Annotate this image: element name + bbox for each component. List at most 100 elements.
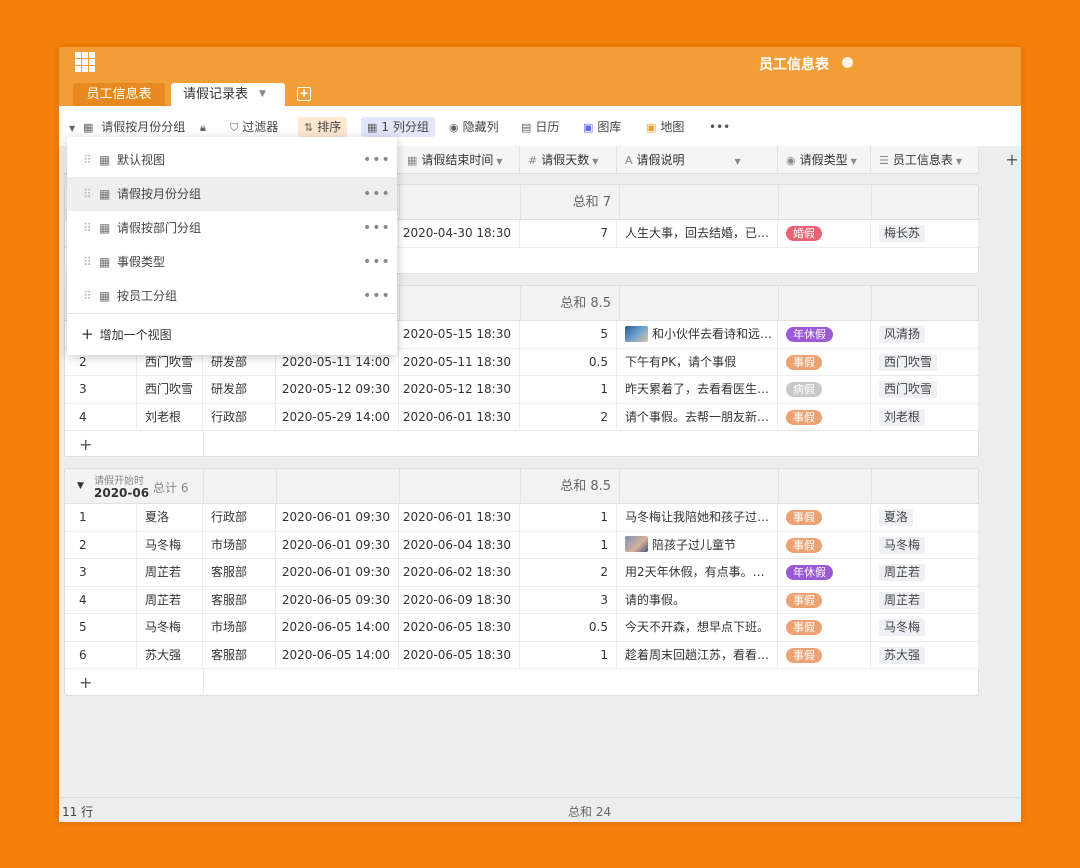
group-button[interactable]: ▦ 1 列分组 [361,117,435,137]
gallery-view-button[interactable]: ▣ 图库 [583,117,621,137]
lock-icon[interactable]: 🔒︎ [200,117,210,137]
apps-grid-icon[interactable] [75,52,95,72]
more-icon[interactable]: ••• [363,211,391,245]
more-options-button[interactable]: ••• [709,117,730,137]
employee-link[interactable]: 周芷若 [879,564,926,581]
more-icon[interactable]: ••• [363,177,391,211]
add-row-button[interactable]: + [65,669,978,696]
view-menu-item[interactable]: ⠿ ▦ 请假按月份分组 ••• [67,177,397,211]
cell-name[interactable]: 刘老根 [137,403,203,431]
hide-columns-button[interactable]: ◉ 隐藏列 [449,117,499,137]
cell-person[interactable]: 梅长苏 [871,220,979,247]
view-menu-item[interactable]: ⠿ ▦ 请假按部门分组 ••• [67,211,397,245]
employee-link[interactable]: 苏大强 [879,646,926,664]
cell-desc[interactable]: 马冬梅让我陪她和孩子过… [617,504,778,531]
cell-dept[interactable]: 行政部 [203,403,276,431]
view-menu-item[interactable]: ⠿ ▦ 按员工分组 ••• [67,279,397,313]
cell-type[interactable]: 事假 [778,403,871,431]
cell-days[interactable]: 1 [520,376,617,403]
cell-index[interactable]: 5 [65,614,137,641]
add-view-button[interactable]: + 增加一个视图 [81,323,172,345]
cell-desc[interactable]: 和小伙伴去看诗和远… [617,321,778,348]
cell-start[interactable]: 2020-06-01 09:30 [276,559,399,586]
more-icon[interactable]: ••• [363,279,391,313]
cell-days[interactable]: 1 [520,641,617,669]
cell-days[interactable]: 1 [520,531,617,559]
column-header-desc[interactable]: A 请假说明 ▼ [617,146,778,174]
attachment-thumbnail[interactable] [625,325,648,342]
cell-type[interactable]: 事假 [778,641,871,669]
cell-end[interactable]: 2020-06-05 18:30 [399,641,520,669]
cell-end[interactable]: 2020-06-09 18:30 [399,586,520,614]
cell-start[interactable]: 2020-05-29 14:00 [276,403,399,431]
cell-desc[interactable]: 用2天年休假，有点事。… [617,559,778,586]
column-header-days[interactable]: # 请假天数 ▼ [520,146,617,174]
add-table-button[interactable]: + [297,87,311,101]
cell-person[interactable]: 周芷若 [871,559,979,586]
cell-type[interactable]: 事假 [778,586,871,614]
drag-handle-icon[interactable]: ⠿ [83,177,92,211]
cell-name[interactable]: 周芷若 [137,586,203,614]
table-row[interactable]: 4 周芷若 客服部 2020-06-05 09:30 2020-06-09 18:30 3… [65,586,979,614]
cell-index[interactable]: 6 [65,641,137,669]
view-switcher[interactable]: ▼ ▦ 请假按月份分组 [69,117,185,137]
cell-start[interactable]: 2020-06-01 09:30 [276,531,399,559]
cell-desc[interactable]: 人生大事，回去结婚，已… [617,220,778,247]
cell-name[interactable]: 周芷若 [137,559,203,586]
more-icon[interactable]: ••• [363,143,391,177]
cell-dept[interactable]: 市场部 [203,531,276,559]
cell-name[interactable]: 马冬梅 [137,531,203,559]
employee-link[interactable]: 西门吹雪 [879,353,938,371]
drag-handle-icon[interactable]: ⠿ [83,279,92,313]
cell-desc[interactable]: 趁着周末回趟江苏，看看… [617,641,778,669]
cell-end[interactable]: 2020-05-15 18:30 [399,321,520,348]
cell-end[interactable]: 2020-06-04 18:30 [399,531,520,559]
table-row[interactable]: 3 周芷若 客服部 2020-06-01 09:30 2020-06-02 18:30 2… [65,559,979,587]
cell-dept[interactable]: 行政部 [203,504,276,531]
chevron-down-icon[interactable]: ▼ [259,83,266,106]
employee-link[interactable]: 马冬梅 [879,619,926,636]
cell-type[interactable]: 事假 [778,504,871,531]
cell-name[interactable]: 苏大强 [137,641,203,669]
employee-link[interactable]: 风清扬 [879,326,926,343]
cell-type[interactable]: 事假 [778,614,871,641]
cell-start[interactable]: 2020-06-05 14:00 [276,614,399,641]
drag-handle-icon[interactable]: ⠿ [83,143,92,177]
table-row[interactable]: 4 刘老根 行政部 2020-05-29 14:00 2020-06-01 18:30 2… [65,403,979,431]
cell-person[interactable]: 夏洛 [871,504,979,531]
add-row-button[interactable]: + [65,431,978,458]
table-row[interactable]: 3 西门吹雪 研发部 2020-05-12 09:30 2020-05-12 18:30… [65,376,979,404]
cell-person[interactable]: 周芷若 [871,586,979,614]
cell-days[interactable]: 5 [520,321,617,348]
employee-link[interactable]: 周芷若 [879,591,926,609]
cell-end[interactable]: 2020-06-01 18:30 [399,403,520,431]
cell-index[interactable]: 3 [65,559,137,586]
cell-end[interactable]: 2020-06-02 18:30 [399,559,520,586]
cell-type[interactable]: 婚假 [778,220,871,247]
cell-desc[interactable]: 陪孩子过儿童节 [617,531,778,559]
cell-dept[interactable]: 客服部 [203,641,276,669]
cell-name[interactable]: 夏洛 [137,504,203,531]
cell-name[interactable]: 西门吹雪 [137,376,203,403]
cell-person[interactable]: 苏大强 [871,641,979,669]
cell-start[interactable]: 2020-06-05 09:30 [276,586,399,614]
cell-dept[interactable]: 客服部 [203,559,276,586]
map-view-button[interactable]: ▣ 地图 [646,117,684,137]
cell-desc[interactable]: 请的事假。 [617,586,778,614]
cell-person[interactable]: 马冬梅 [871,614,979,641]
cell-index[interactable]: 3 [65,376,137,403]
cell-type[interactable]: 事假 [778,348,871,376]
cell-index[interactable]: 4 [65,403,137,431]
add-column-button[interactable]: + [1003,146,1021,174]
calendar-view-button[interactable]: ▤ 日历 [521,117,559,137]
cell-days[interactable]: 1 [520,504,617,531]
cell-end[interactable]: 2020-06-01 18:30 [399,504,520,531]
cell-desc[interactable]: 下午有PK，请个事假 [617,348,778,376]
column-header-employee[interactable]: ☰ 员工信息表 ▼ [871,146,979,174]
cell-person[interactable]: 西门吹雪 [871,376,979,403]
cell-desc[interactable]: 今天不开森，想早点下班。 [617,614,778,641]
table-row[interactable]: 1 夏洛 行政部 2020-06-01 09:30 2020-06-01 18:30 1 马… [65,504,979,532]
more-icon[interactable]: ••• [363,245,391,279]
column-header-end-time[interactable]: ▦ 请假结束时间 ▼ [399,146,520,174]
cell-name[interactable]: 马冬梅 [137,614,203,641]
